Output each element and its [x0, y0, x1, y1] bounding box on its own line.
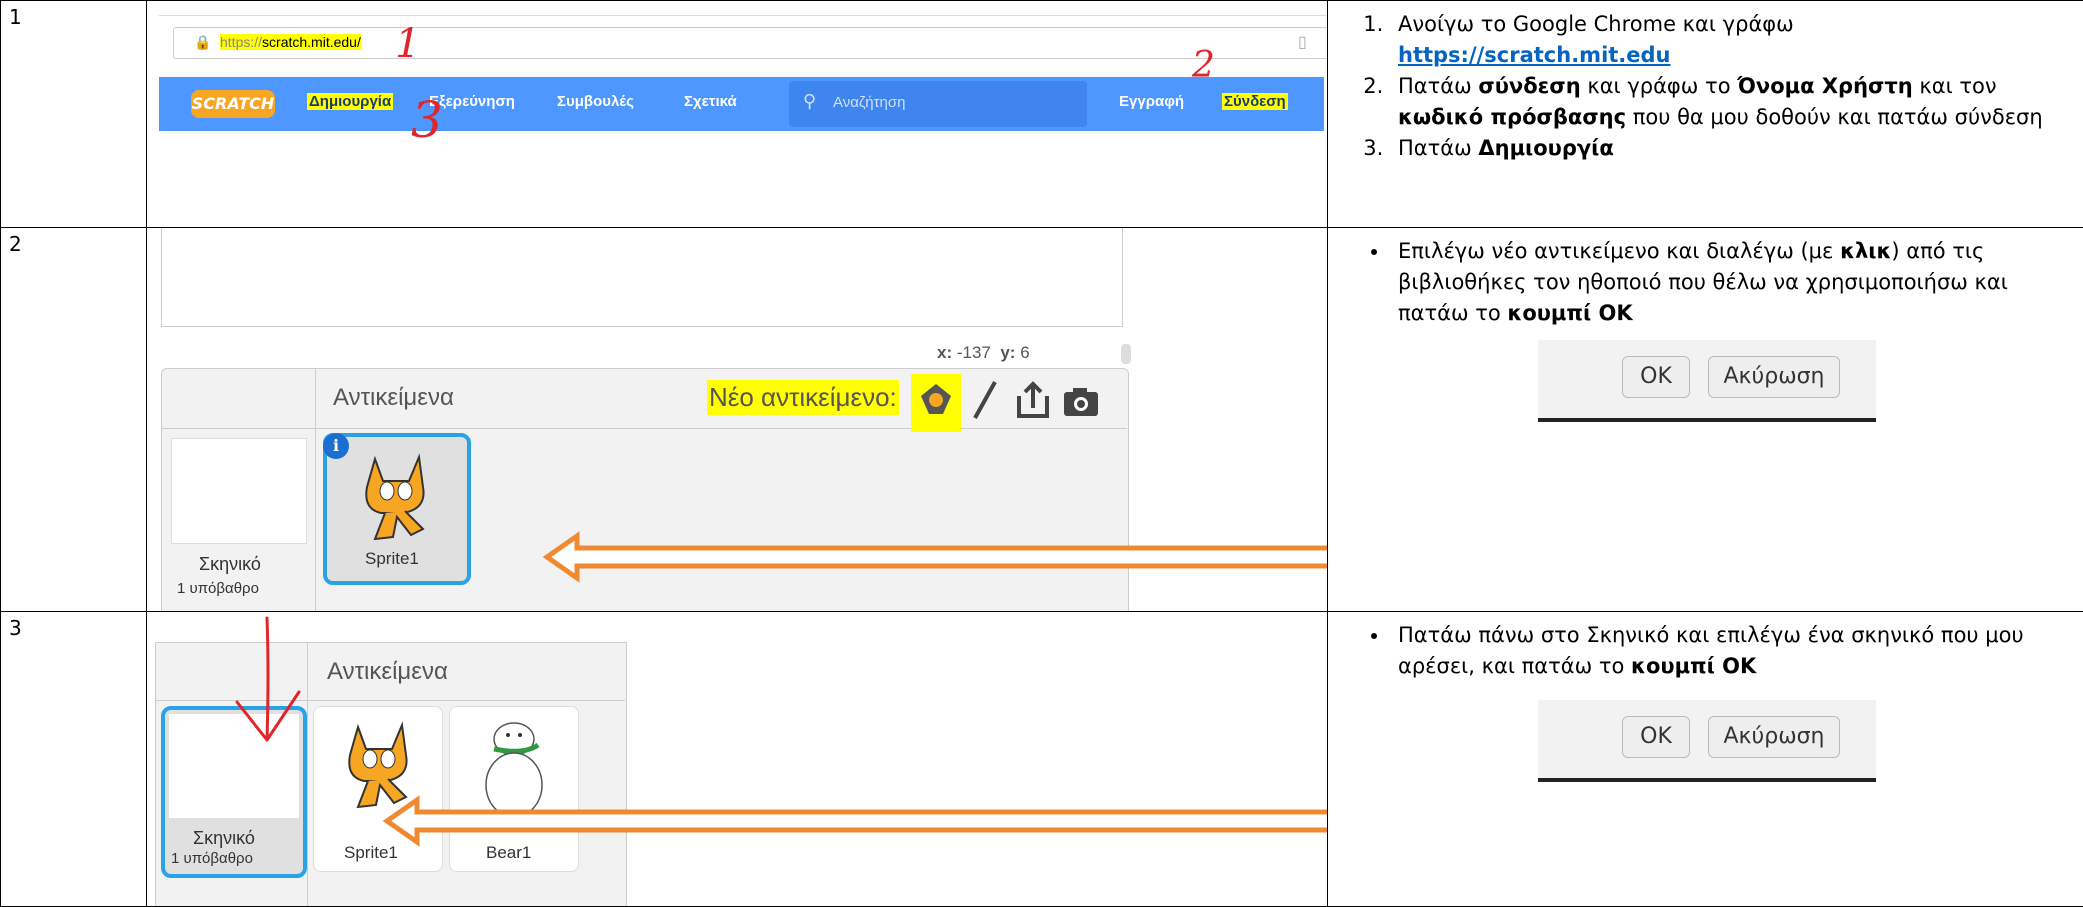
- coordinates: x: -137 y: 6: [937, 343, 1030, 363]
- stage-label: Σκηνικό: [199, 554, 261, 575]
- bullet-list: Επιλέγω νέο αντικείμενο και διαλέγω (με …: [1328, 236, 2083, 329]
- annotation-2: 2: [1192, 45, 1215, 86]
- url-domain: scratch.mit.edu/: [262, 34, 361, 50]
- row-number: 3: [1, 612, 147, 907]
- instructions-cell: Πατάω πάνω στο Σκηνικό και επιλέγω ένα σ…: [1328, 612, 2083, 907]
- instructions-cell: Επιλέγω νέο αντικείμενο και διαλέγω (με …: [1328, 228, 2083, 612]
- row-number: 2: [1, 228, 147, 612]
- nav-about[interactable]: Σχετικά: [684, 93, 737, 110]
- dialog-buttons: OK Ακύρωση: [1538, 700, 1876, 782]
- nav-create[interactable]: Δημιουργία: [307, 93, 393, 110]
- bullet-list: Πατάω πάνω στο Σκηνικό και επιλέγω ένα σ…: [1328, 620, 2083, 682]
- table-row: 3 Αντικείμενα Σκηνικό 1 υπόβαθρο: [1, 612, 2083, 907]
- camera-icon[interactable]: [1061, 382, 1101, 422]
- ok-button[interactable]: OK: [1622, 716, 1690, 758]
- cancel-button[interactable]: Ακύρωση: [1708, 356, 1840, 398]
- instruction-table: 1 🔒 https://scratch.mit.edu/ ▯ 1 SCRATCH…: [0, 0, 2083, 907]
- stage-sublabel: 1 υπόβαθρο: [171, 850, 253, 867]
- scratch-navbar: SCRATCH Δημιουργία Εξερεύνηση Συμβουλές …: [159, 77, 1324, 131]
- annotation-3: 3: [411, 91, 443, 149]
- sprite-library-icon[interactable]: [911, 374, 961, 432]
- lock-icon: 🔒: [194, 34, 211, 51]
- sprites-header: Αντικείμενα: [327, 658, 448, 686]
- bullet-item: Πατάω πάνω στο Σκηνικό και επιλέγω ένα σ…: [1390, 620, 2083, 682]
- stage-resize-handle[interactable]: [1121, 344, 1131, 364]
- stage-thumbnail[interactable]: [171, 438, 307, 544]
- bookmark-icon: ▯: [1298, 32, 1307, 52]
- nav-register[interactable]: Εγγραφή: [1119, 93, 1184, 110]
- search-placeholder: Αναζήτηση: [833, 94, 905, 111]
- arrow-left-icon: [287, 792, 1328, 852]
- stage-area: [161, 228, 1123, 328]
- red-arrow-annotation: [207, 612, 327, 752]
- scratch-logo[interactable]: SCRATCH: [191, 90, 275, 118]
- dialog-buttons: OK Ακύρωση: [1538, 340, 1876, 422]
- nav-tips[interactable]: Συμβουλές: [557, 93, 634, 110]
- cat-sprite-icon: [345, 447, 445, 547]
- screenshot-cell: Αντικείμενα Σκηνικό 1 υπόβαθρο Sprite1: [147, 612, 1328, 907]
- upload-icon[interactable]: [1013, 378, 1053, 422]
- instructions-cell: Ανοίγω το Google Chrome και γράφω https:…: [1328, 1, 2083, 228]
- sprite-name: Sprite1: [365, 549, 419, 569]
- stage-label: Σκηνικό: [193, 828, 255, 849]
- step-item: Πατάω σύνδεση και γράφω το Όνομα Χρήστη …: [1390, 71, 2083, 133]
- search-icon: ⚲: [803, 91, 816, 112]
- sprites-header: Αντικείμενα: [333, 384, 454, 412]
- search-box[interactable]: ⚲ Αναζήτηση: [789, 81, 1087, 127]
- url-prefix: https://: [220, 34, 262, 50]
- screenshot-cell: x: -137 y: 6 Αντικείμενα Νέο αντικείμενο…: [147, 228, 1328, 612]
- annotation-1: 1: [395, 21, 420, 67]
- cancel-button[interactable]: Ακύρωση: [1708, 716, 1840, 758]
- arrow-left-icon: [447, 528, 1328, 588]
- paint-brush-icon[interactable]: [965, 378, 1005, 422]
- stage-sublabel: 1 υπόβαθρο: [177, 580, 259, 597]
- steps-list: Ανοίγω το Google Chrome και γράφω https:…: [1328, 9, 2083, 164]
- ok-button[interactable]: OK: [1622, 356, 1690, 398]
- row-number: 1: [1, 1, 147, 228]
- screenshot-cell: 🔒 https://scratch.mit.edu/ ▯ 1 SCRATCH Δ…: [147, 1, 1328, 228]
- step-item: Πατάω Δημιουργία: [1390, 133, 2083, 164]
- url-bar[interactable]: 🔒 https://scratch.mit.edu/ ▯: [173, 27, 1328, 59]
- scratch-link[interactable]: https://scratch.mit.edu: [1398, 43, 1671, 67]
- table-row: 2 x: -137 y: 6 Αντικείμενα Νέο αντικείμε…: [1, 228, 2083, 612]
- step-item: Ανοίγω το Google Chrome και γράφω https:…: [1390, 9, 2083, 71]
- nav-login[interactable]: Σύνδεση: [1222, 93, 1288, 110]
- new-sprite-label: Νέο αντικείμενο:: [707, 380, 899, 415]
- table-row: 1 🔒 https://scratch.mit.edu/ ▯ 1 SCRATCH…: [1, 1, 2083, 228]
- bullet-item: Επιλέγω νέο αντικείμενο και διαλέγω (με …: [1390, 236, 2083, 329]
